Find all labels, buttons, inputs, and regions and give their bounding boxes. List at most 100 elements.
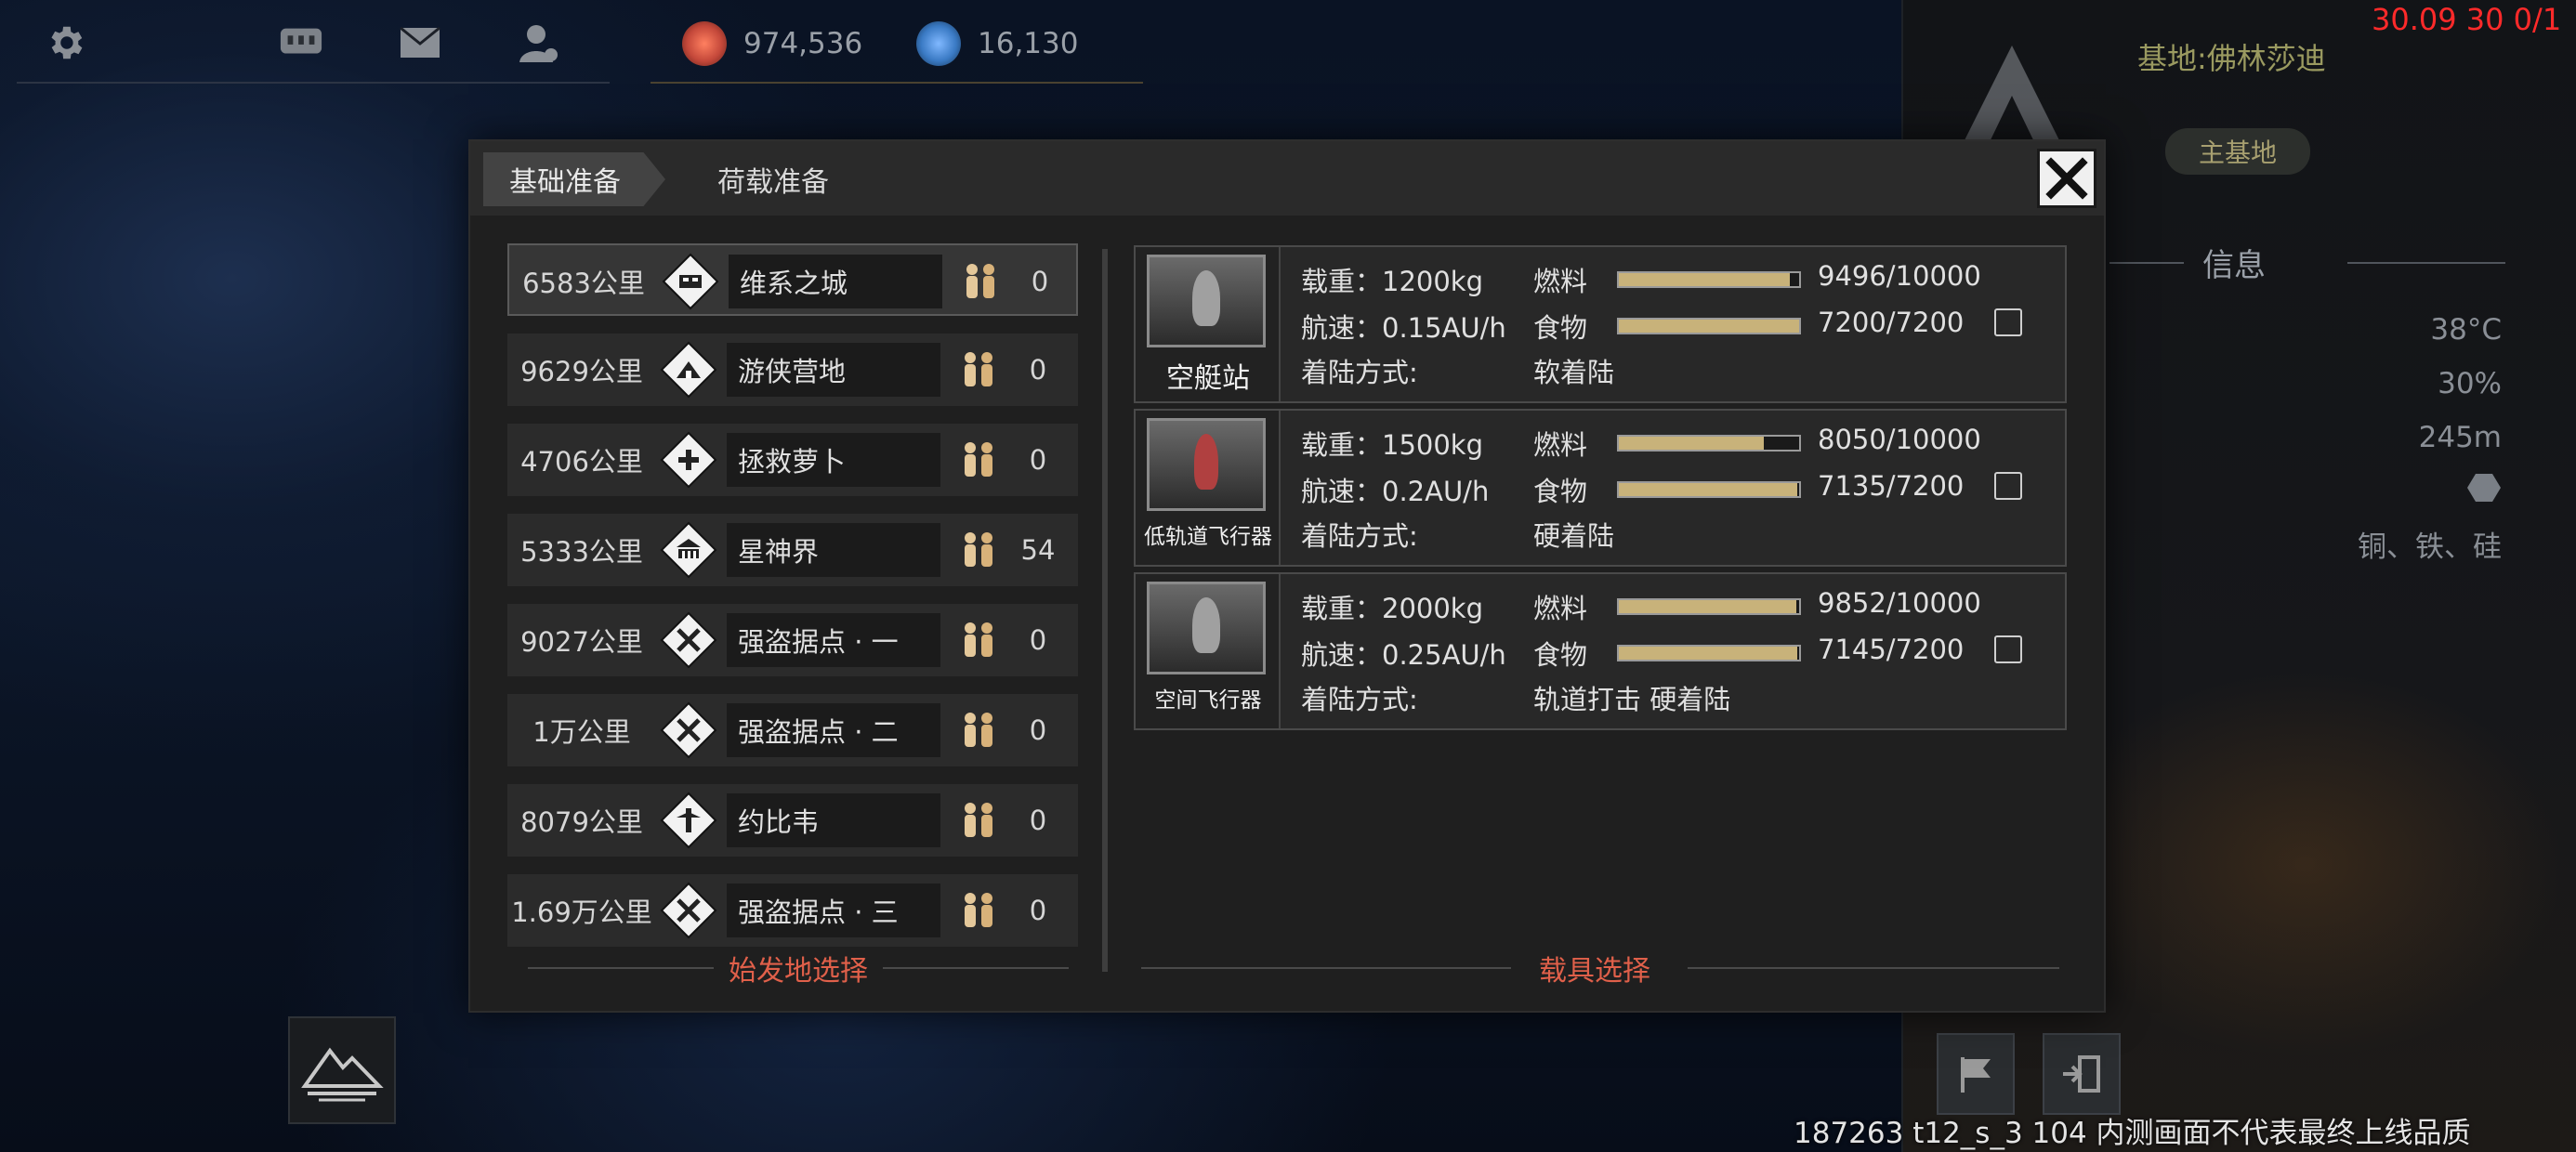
fuel-bar-fill (1619, 273, 1791, 286)
info-divider-right (2347, 262, 2505, 264)
close-button[interactable] (2037, 149, 2096, 208)
origin-name: 强盗据点 · 一 (727, 613, 940, 667)
vehicle-name: 空艇站 (1166, 362, 1250, 395)
origin-population: 54 (1020, 534, 1056, 566)
info-divider-left (2109, 262, 2184, 264)
base-background-glow (2044, 669, 2565, 1059)
city-icon (662, 253, 719, 310)
fuel-value: 9496/10000 (1818, 260, 1981, 292)
vehicle-thumbnail: 低轨道飞行器 (1136, 411, 1281, 565)
origin-row[interactable]: 6583公里 维系之城 0 (507, 243, 1078, 316)
people-icon (965, 352, 992, 386)
food-value: 7200/7200 (1818, 307, 1965, 338)
origin-population: 0 (1029, 444, 1047, 476)
close-icon (2045, 157, 2088, 200)
origin-name: 游侠营地 (727, 343, 940, 397)
origin-distance: 6583公里 (522, 268, 645, 299)
food-label: 食物 (1533, 476, 1588, 507)
mail-icon[interactable] (398, 20, 442, 65)
fuel-label: 燃料 (1533, 266, 1588, 297)
origin-population: 0 (1029, 354, 1047, 386)
vehicle-card[interactable]: 空艇站 载重：1200kg 航速：0.15AU/h 着陆方式: 软着陆 燃料 9496/10… (1134, 245, 2067, 403)
info-altitude: 245m (2418, 421, 2502, 454)
origin-row[interactable]: 1.69万公里 强盗据点 · 三 0 (507, 874, 1078, 947)
vehicle-card[interactable]: 空间飞行器 载重：2000kg 航速：0.25AU/h 着陆方式: 轨道打击 硬着陆 燃料… (1134, 572, 2067, 730)
origin-distance: 8079公里 (520, 806, 643, 838)
vehicle-landing-label: 着陆方式: (1301, 520, 1418, 552)
fuel-bar (1617, 435, 1801, 452)
vehicle-name: 低轨道飞行器 (1144, 525, 1272, 549)
origin-distance: 5333公里 (520, 536, 643, 568)
origin-population: 0 (1029, 805, 1047, 836)
people-icon (965, 713, 992, 747)
vehicle-landing-label: 着陆方式: (1301, 357, 1418, 388)
vehicle-thumbnail: 空艇站 (1136, 247, 1281, 401)
vehicle-section-title: 载具选择 (1539, 955, 1650, 988)
vehicle-name: 空间飞行器 (1154, 688, 1262, 713)
vehicle-select-checkbox[interactable] (1994, 472, 2022, 500)
fuel-label: 燃料 (1533, 593, 1588, 624)
flag-icon (1961, 1057, 1991, 1093)
food-bar (1617, 645, 1801, 661)
origin-row[interactable]: 1万公里 强盗据点 · 二 0 (507, 694, 1078, 766)
fuel-label: 燃料 (1533, 429, 1588, 461)
food-bar-fill (1619, 483, 1798, 496)
tab-basic-prep[interactable]: 基础准备 (483, 152, 665, 206)
vehicle-card[interactable]: 低轨道飞行器 载重：1500kg 航速：0.2AU/h 着陆方式: 硬着陆 燃料 8050/… (1134, 409, 2067, 567)
outpost-icon (660, 792, 717, 849)
resource-blue: 16,130 (916, 20, 1078, 67)
origin-row[interactable]: 5333公里 星神界 54 (507, 514, 1078, 586)
fuel-bar-fill (1619, 437, 1765, 450)
vehicle-landing-label: 着陆方式: (1301, 684, 1418, 715)
vehicle-image (1147, 582, 1266, 674)
vehicle-landing-mode: 轨道打击 硬着陆 (1533, 684, 1731, 715)
vehicle-load: 载重：1500kg (1301, 429, 1484, 461)
food-bar (1617, 481, 1801, 498)
exit-door-icon (2063, 1055, 2100, 1093)
chat-icon[interactable] (279, 20, 323, 65)
info-temperature: 38°C (2430, 313, 2502, 347)
origin-distance: 4706公里 (520, 446, 643, 478)
resource-red-value: 974,536 (743, 27, 863, 60)
origin-population: 0 (1029, 895, 1047, 926)
bandit-icon (660, 611, 717, 669)
tab-cargo-prep[interactable]: 荷载准备 (717, 152, 829, 206)
debug-counter: 30.09 30 0/1 (2372, 2, 2562, 37)
vehicle-select-checkbox[interactable] (1994, 308, 2022, 336)
food-bar-fill (1619, 647, 1798, 660)
origin-name: 强盗据点 · 三 (727, 884, 940, 937)
origin-population: 0 (1031, 266, 1049, 297)
fuel-bar (1617, 271, 1801, 288)
origin-row[interactable]: 8079公里 约比韦 0 (507, 784, 1078, 857)
flag-button[interactable] (1937, 1033, 2015, 1115)
column-divider (1102, 249, 1108, 972)
vehicle-speed: 航速：0.15AU/h (1301, 312, 1506, 344)
resource-blue-value: 16,130 (978, 27, 1079, 60)
food-label: 食物 (1533, 639, 1588, 671)
vehicle-speed: 航速：0.2AU/h (1301, 476, 1490, 507)
food-value: 7145/7200 (1818, 634, 1965, 665)
map-button[interactable] (288, 1016, 396, 1124)
origin-title-line-left (528, 967, 714, 969)
tab-bar: 基础准备 荷载准备 (470, 141, 2104, 216)
camp-icon (660, 341, 717, 399)
resource-red-icon (682, 21, 727, 66)
origin-row[interactable]: 9629公里 游侠营地 0 (507, 334, 1078, 406)
vehicle-title-line-left (1141, 967, 1511, 969)
exit-button[interactable] (2043, 1033, 2121, 1115)
origin-distance: 1万公里 (532, 716, 631, 748)
vehicle-image (1147, 255, 1266, 347)
origin-distance: 9629公里 (520, 356, 643, 387)
vehicle-speed: 航速：0.25AU/h (1301, 639, 1506, 671)
vehicle-select-checkbox[interactable] (1994, 635, 2022, 663)
terrain-icon (2467, 474, 2501, 502)
origin-name: 强盗据点 · 二 (727, 703, 940, 757)
origin-row[interactable]: 4706公里 拯救萝卜 0 (507, 424, 1078, 496)
origin-name: 星神界 (727, 523, 940, 577)
vehicle-thumbnail: 空间飞行器 (1136, 574, 1281, 728)
people-icon (965, 803, 992, 837)
people-icon (966, 264, 994, 298)
origin-row[interactable]: 9027公里 强盗据点 · 一 0 (507, 604, 1078, 676)
profile-icon[interactable] (517, 20, 561, 65)
gear-icon[interactable] (43, 20, 87, 65)
